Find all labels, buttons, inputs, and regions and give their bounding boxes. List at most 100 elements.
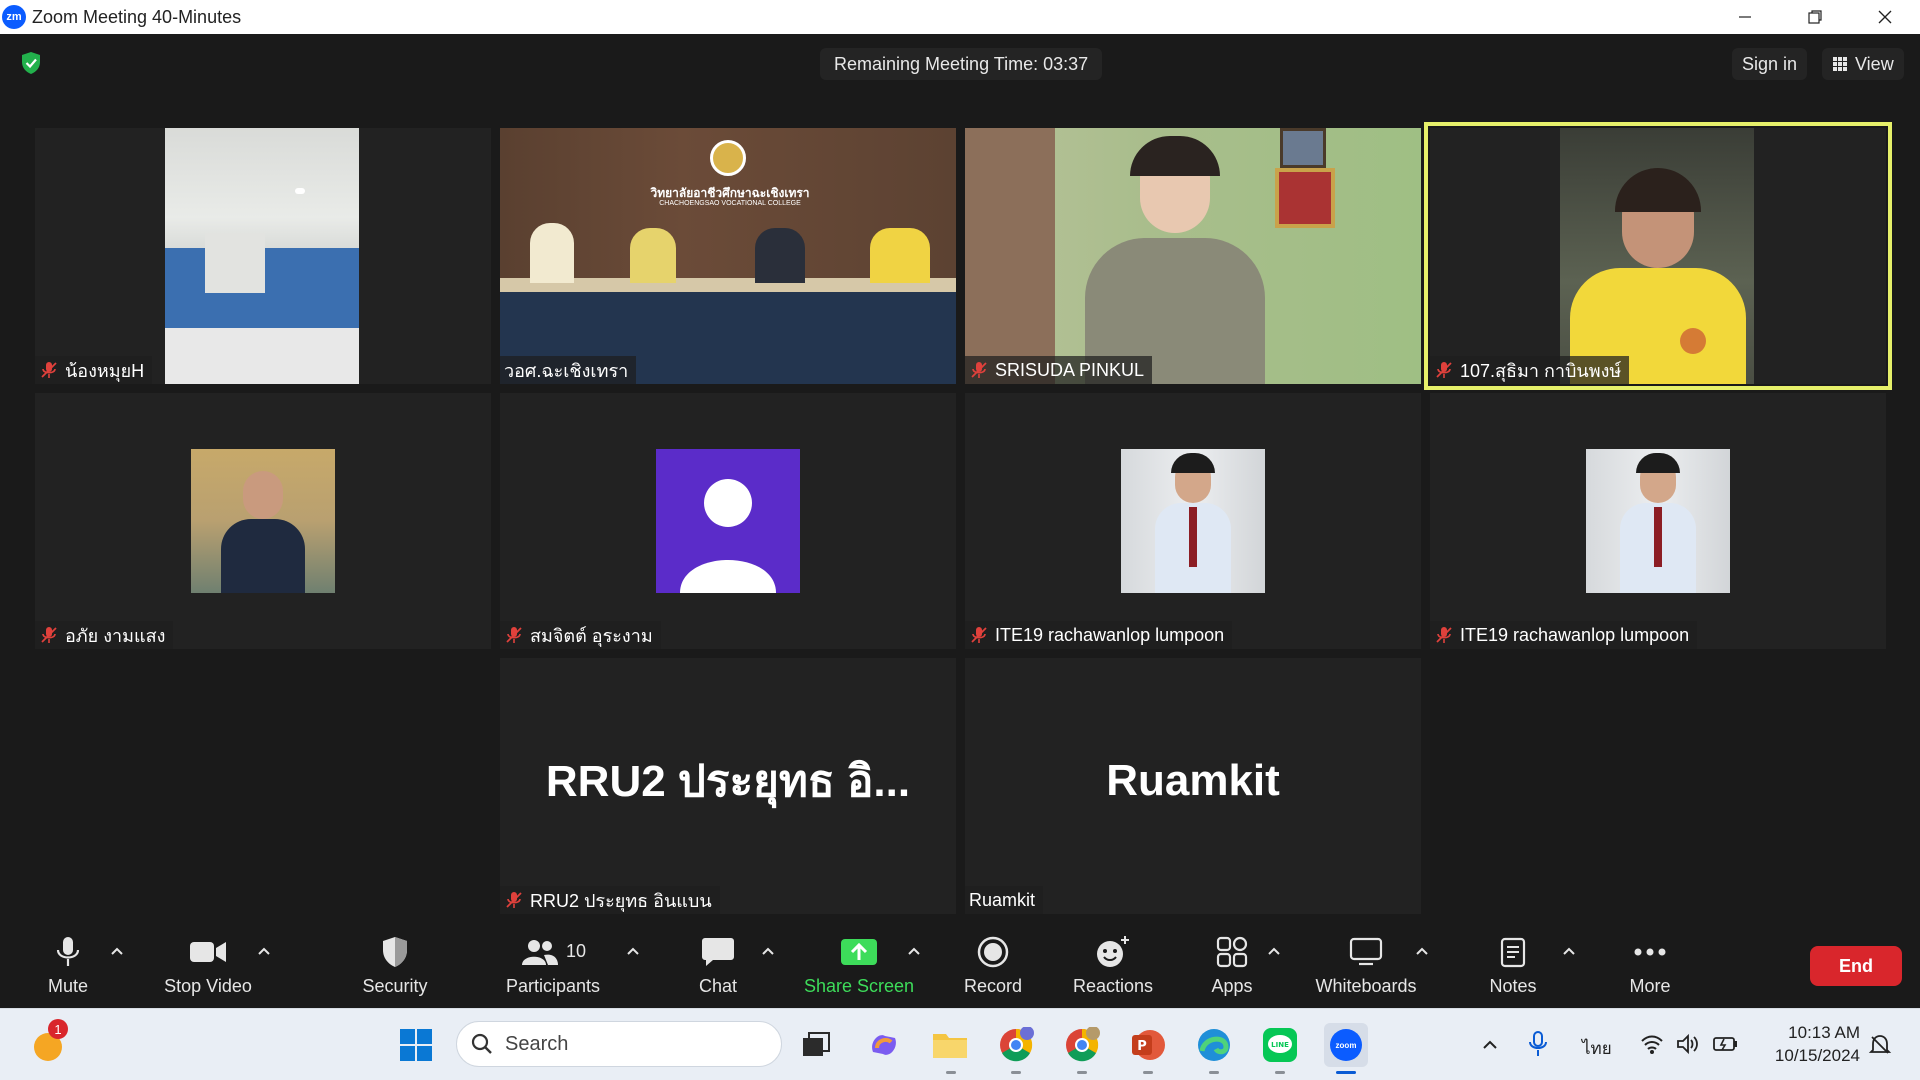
participant-name: สมจิตต์ อุระงาม <box>530 625 653 646</box>
participant-tile-active-speaker[interactable]: 107.สุธิมา กาบินพงษ์ <box>1424 122 1892 390</box>
whiteboards-label: Whiteboards <box>1315 975 1417 996</box>
participant-tile[interactable]: ITE19 rachawanlop lumpoon <box>1430 393 1886 649</box>
input-language[interactable]: ไทย <box>1582 1035 1612 1062</box>
participant-tile[interactable]: น้องหมุยH <box>35 128 491 384</box>
apps-button[interactable]: Apps <box>1210 920 1254 1008</box>
chevron-up-icon[interactable] <box>108 942 126 960</box>
battery-icon[interactable] <box>1712 1033 1738 1055</box>
mute-label: Mute <box>47 975 89 996</box>
window-titlebar: zm Zoom Meeting 40-Minutes <box>0 0 1920 34</box>
view-button[interactable]: View <box>1822 48 1904 80</box>
stop-video-button[interactable]: Stop Video <box>160 920 256 1008</box>
mic-muted-icon <box>971 627 987 643</box>
participant-name: วอศ.ฉะเชิงเทรา <box>504 360 629 381</box>
running-indicator <box>946 1071 956 1074</box>
start-button[interactable] <box>394 1023 438 1067</box>
edge-button[interactable] <box>1192 1023 1236 1067</box>
show-hidden-icons-chevron-icon[interactable] <box>1480 1035 1500 1055</box>
participant-display-name: RRU2 ประยุทธ อิ... <box>545 757 911 806</box>
restore-icon <box>1808 10 1822 24</box>
view-label: View <box>1855 53 1894 74</box>
apps-label: Apps <box>1211 975 1253 996</box>
microphone-tray-icon[interactable] <box>1528 1031 1548 1057</box>
running-indicator <box>1209 1071 1219 1074</box>
windows-logo-icon <box>400 1029 432 1061</box>
notification-badge: 1 <box>48 1019 68 1039</box>
notes-button[interactable]: Notes <box>1486 920 1540 1008</box>
chrome-profile-2-button[interactable] <box>1060 1023 1104 1067</box>
whiteboard-icon <box>1349 937 1383 965</box>
participant-tile[interactable]: SRISUDA PINKUL <box>965 128 1421 384</box>
chevron-up-icon[interactable] <box>1265 942 1283 960</box>
zoom-taskbar-button[interactable]: zoom <box>1324 1023 1368 1067</box>
participant-name-tag: น้องหมุยH <box>35 356 153 384</box>
chrome-profile-1-button[interactable] <box>994 1023 1038 1067</box>
participant-name-tag: วอศ.ฉะเชิงเทรา <box>500 356 637 384</box>
participant-tile[interactable]: Ruamkit Ruamkit <box>965 658 1421 914</box>
participant-tile[interactable]: วิทยาลัยอาชีวศึกษาฉะเชิงเทรา CHACHOENGSA… <box>500 128 956 384</box>
chat-button[interactable]: Chat <box>694 920 742 1008</box>
chevron-up-icon[interactable] <box>255 942 273 960</box>
record-button[interactable]: Record <box>962 920 1024 1008</box>
participant-avatar <box>1586 449 1730 593</box>
security-shield-icon <box>383 936 407 967</box>
more-button[interactable]: More <box>1626 920 1674 1008</box>
copilot-button[interactable] <box>862 1023 906 1067</box>
minimize-icon <box>1739 16 1751 18</box>
chevron-up-icon[interactable] <box>759 942 777 960</box>
apps-icon <box>1216 936 1248 967</box>
volume-icon[interactable] <box>1676 1033 1700 1055</box>
close-button[interactable] <box>1850 0 1920 34</box>
restore-button[interactable] <box>1780 0 1850 34</box>
participant-avatar <box>191 449 335 593</box>
wifi-icon[interactable] <box>1640 1033 1664 1055</box>
file-explorer-button[interactable] <box>928 1023 972 1067</box>
minimize-button[interactable] <box>1710 0 1780 34</box>
active-indicator <box>1336 1071 1356 1074</box>
taskbar-search[interactable]: Search <box>456 1021 782 1067</box>
record-label: Record <box>963 975 1023 996</box>
powerpoint-icon: P <box>1132 1030 1165 1060</box>
chevron-up-icon[interactable] <box>1413 942 1431 960</box>
participant-tile[interactable]: ITE19 rachawanlop lumpoon <box>965 393 1421 649</box>
reactions-button[interactable]: Reactions <box>1072 920 1154 1008</box>
participant-tile[interactable]: RRU2 ประยุทธ อิ... RRU2 ประยุทธ อินแบน <box>500 658 956 914</box>
task-view-button[interactable] <box>794 1023 838 1067</box>
participant-video: วิทยาลัยอาชีวศึกษาฉะเชิงเทรา CHACHOENGSA… <box>500 128 956 384</box>
encryption-shield-icon[interactable] <box>18 50 44 76</box>
clock-time: 10:13 AM <box>1788 1023 1860 1042</box>
sign-in-button[interactable]: Sign in <box>1732 48 1808 80</box>
participant-name-tag: SRISUDA PINKUL <box>965 356 1153 384</box>
meeting-toolbar: Mute Stop Video Security 10 Participants… <box>0 920 1920 1008</box>
participant-avatar <box>1121 449 1265 593</box>
whiteboards-button[interactable]: Whiteboards <box>1312 920 1420 1008</box>
chrome-icon <box>1000 1027 1034 1062</box>
folder-icon <box>933 1034 967 1058</box>
more-label: More <box>1629 975 1671 996</box>
chrome-icon <box>1066 1027 1100 1062</box>
chevron-up-icon[interactable] <box>905 942 923 960</box>
taskbar-clock[interactable]: 10:13 AM 10/15/2024 <box>1750 1021 1860 1067</box>
chevron-up-icon[interactable] <box>1560 942 1578 960</box>
participant-name-tag: ITE19 rachawanlop lumpoon <box>1430 621 1698 649</box>
notification-bell-icon[interactable] <box>1868 1033 1892 1057</box>
line-button[interactable]: LINE <box>1258 1023 1302 1067</box>
participant-name-tag: 107.สุธิมา กาบินพงษ์ <box>1430 356 1630 384</box>
running-indicator <box>1143 1071 1153 1074</box>
participant-tile[interactable]: อภัย งามแสง <box>35 393 491 649</box>
more-dots-icon <box>1634 948 1666 955</box>
share-screen-button[interactable]: Share Screen <box>800 920 918 1008</box>
mute-button[interactable]: Mute <box>40 920 96 1008</box>
chevron-up-icon[interactable] <box>624 942 642 960</box>
smiley-plus-icon <box>1097 935 1129 967</box>
participant-video <box>965 128 1421 384</box>
end-meeting-button[interactable]: End <box>1810 946 1902 986</box>
default-avatar <box>656 449 800 593</box>
powerpoint-button[interactable]: P <box>1126 1023 1170 1067</box>
participant-tile[interactable]: สมจิตต์ อุระงาม <box>500 393 956 649</box>
weather-widget[interactable]: 1 <box>26 1019 70 1067</box>
svg-text:LINE: LINE <box>1271 1041 1289 1049</box>
security-button[interactable]: Security <box>358 920 432 1008</box>
participants-button[interactable]: 10 Participants <box>502 920 604 1008</box>
participants-label: Participants <box>505 975 601 996</box>
